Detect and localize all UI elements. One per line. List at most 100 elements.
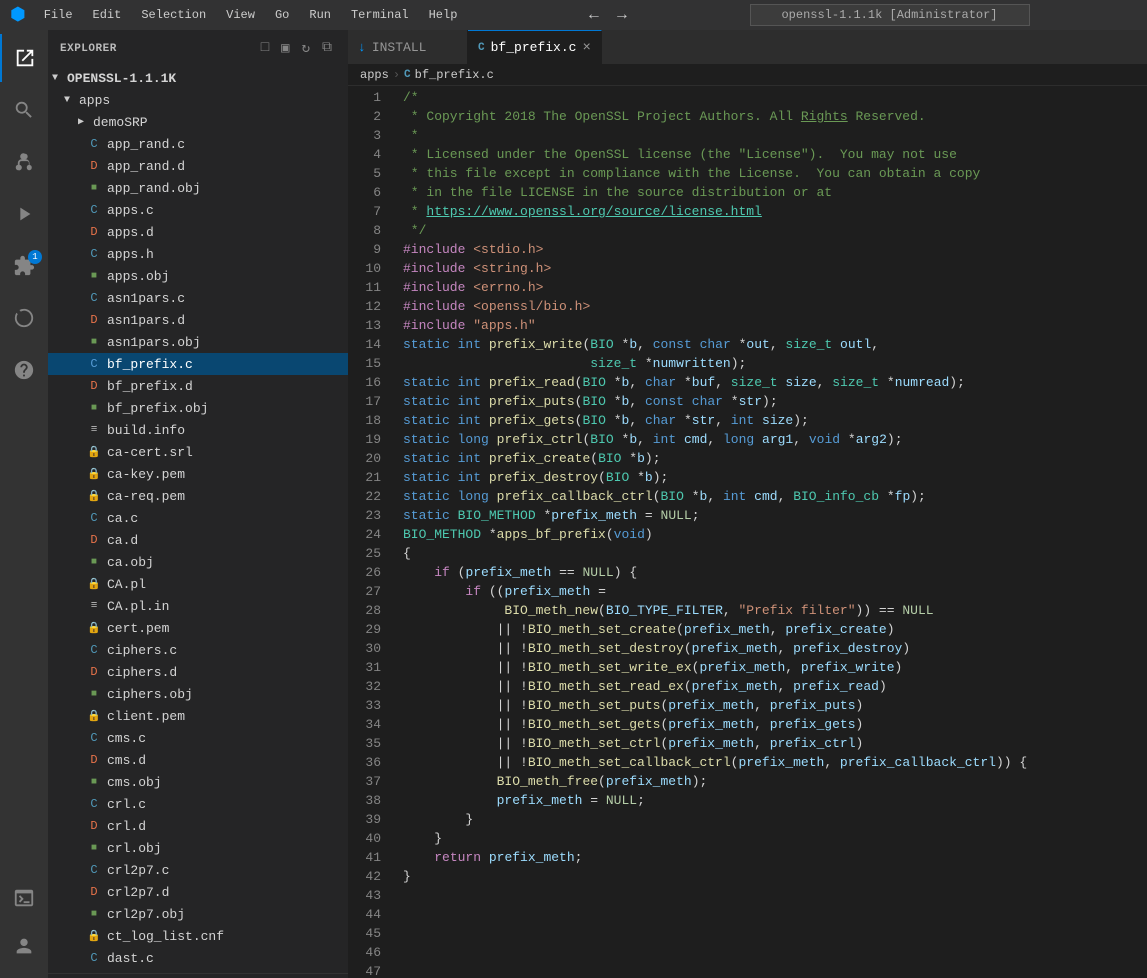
activity-search[interactable]	[0, 86, 48, 134]
file-crl-obj-label: crl.obj	[107, 841, 162, 856]
tree-folder-apps[interactable]: ▼ apps	[48, 89, 348, 111]
tree-file-ca-d[interactable]: D ca.d	[48, 529, 348, 551]
code-line-28: BIO_METHOD *apps_bf_prefix(void)	[393, 525, 1147, 544]
tree-file-ciphers-obj[interactable]: ■ ciphers.obj	[48, 683, 348, 705]
main-layout: 1 EXPLORER □ ▣ ↻ ⧉ ▼ OPENSS	[0, 30, 1147, 978]
code-line-12: #include <errno.h>	[393, 278, 1147, 297]
file-dast-c-label: dast.c	[107, 951, 154, 966]
menu-selection[interactable]: Selection	[133, 6, 214, 24]
outline-section-label: OUTLINE	[48, 973, 348, 978]
tree-file-apps-d[interactable]: D apps.d	[48, 221, 348, 243]
tree-file-cms-obj[interactable]: ■ cms.obj	[48, 771, 348, 793]
tree-file-ct-log-list-cnf[interactable]: 🔒 ct_log_list.cnf	[48, 925, 348, 947]
file-crl2p7-c-label: crl2p7.c	[107, 863, 169, 878]
tree-file-cert-pem[interactable]: 🔒 cert.pem	[48, 617, 348, 639]
nav-back-button[interactable]: ←	[582, 3, 606, 27]
tree-file-asn1pars-obj[interactable]: ■ asn1pars.obj	[48, 331, 348, 353]
tree-file-ca-key-pem[interactable]: 🔒 ca-key.pem	[48, 463, 348, 485]
tree-file-ca-pl-in[interactable]: ≡ CA.pl.in	[48, 595, 348, 617]
d-file-icon-ciphers: D	[86, 665, 102, 679]
menu-help[interactable]: Help	[421, 6, 466, 24]
code-content[interactable]: /* * Copyright 2018 The OpenSSL Project …	[393, 86, 1147, 978]
tree-file-crl-c[interactable]: C crl.c	[48, 793, 348, 815]
tree-file-crl2p7-d[interactable]: D crl2p7.d	[48, 881, 348, 903]
file-ca-key-pem-label: ca-key.pem	[107, 467, 185, 482]
tree-file-bf-prefix-d[interactable]: D bf_prefix.d	[48, 375, 348, 397]
file-ca-req-pem-label: ca-req.pem	[107, 489, 185, 504]
file-ca-pl-label: CA.pl	[107, 577, 146, 592]
menu-file[interactable]: File	[36, 6, 81, 24]
tree-file-ca-pl[interactable]: 🔒 CA.pl	[48, 573, 348, 595]
tree-file-bf-prefix-c[interactable]: C bf_prefix.c	[48, 353, 348, 375]
tree-folder-demoSRP[interactable]: ▶ demoSRP	[48, 111, 348, 133]
tree-file-ca-req-pem[interactable]: 🔒 ca-req.pem	[48, 485, 348, 507]
folder-apps-label: apps	[79, 93, 110, 108]
file-ca-c-label: ca.c	[107, 511, 138, 526]
tree-file-app-rand-obj[interactable]: ■ app_rand.obj	[48, 177, 348, 199]
menu-terminal[interactable]: Terminal	[343, 6, 417, 24]
breadcrumb-apps: apps	[360, 68, 389, 82]
nav-forward-button[interactable]: →	[610, 3, 634, 27]
activity-explorer[interactable]	[0, 34, 48, 82]
tab-install[interactable]: ↓ INSTALL	[348, 30, 468, 64]
collapse-button[interactable]: ⧉	[318, 38, 336, 59]
tree-root-folder[interactable]: ▼ OPENSSL-1.1.1K	[48, 67, 348, 89]
d-file-icon-apps: D	[86, 225, 102, 239]
tree-file-client-pem[interactable]: 🔒 client.pem	[48, 705, 348, 727]
file-ca-cert-srl-label: ca-cert.srl	[107, 445, 193, 460]
code-line-10: #include <stdio.h>	[393, 240, 1147, 259]
tab-bf-prefix-c[interactable]: C bf_prefix.c ×	[468, 30, 602, 64]
activity-extensions[interactable]: 1	[0, 242, 48, 290]
menu-edit[interactable]: Edit	[85, 6, 130, 24]
activity-git[interactable]	[0, 138, 48, 186]
tree-file-bf-prefix-obj[interactable]: ■ bf_prefix.obj	[48, 397, 348, 419]
breadcrumb-file: bf_prefix.c	[415, 68, 494, 82]
tree-file-crl-obj[interactable]: ■ crl.obj	[48, 837, 348, 859]
new-folder-button[interactable]: ▣	[277, 38, 293, 59]
tree-file-apps-c[interactable]: C apps.c	[48, 199, 348, 221]
obj-file-icon-cms: ■	[86, 777, 102, 788]
tree-file-build-info[interactable]: ≡ build.info	[48, 419, 348, 441]
activity-test[interactable]	[0, 294, 48, 342]
tree-file-crl-d[interactable]: D crl.d	[48, 815, 348, 837]
tab-close-button[interactable]: ×	[582, 40, 590, 56]
tree-file-cms-d[interactable]: D cms.d	[48, 749, 348, 771]
file-apps-obj-label: apps.obj	[107, 269, 169, 284]
activity-debug[interactable]	[0, 346, 48, 394]
menu-view[interactable]: View	[218, 6, 263, 24]
tree-file-app-rand-d[interactable]: D app_rand.d	[48, 155, 348, 177]
d-file-icon-crl: D	[86, 819, 102, 833]
new-file-button[interactable]: □	[257, 38, 273, 59]
sidebar: EXPLORER □ ▣ ↻ ⧉ ▼ OPENSSL-1.1.1K ▼ apps…	[48, 30, 348, 978]
tree-file-app-rand-c[interactable]: C app_rand.c	[48, 133, 348, 155]
tree-file-crl2p7-c[interactable]: C crl2p7.c	[48, 859, 348, 881]
activity-run[interactable]	[0, 190, 48, 238]
tree-file-crl2p7-obj[interactable]: ■ crl2p7.obj	[48, 903, 348, 925]
code-line-33: || !BIO_meth_set_create(prefix_meth, pre…	[393, 620, 1147, 639]
tree-file-ca-c[interactable]: C ca.c	[48, 507, 348, 529]
file-asn1pars-c-label: asn1pars.c	[107, 291, 185, 306]
tree-file-apps-h[interactable]: C apps.h	[48, 243, 348, 265]
code-line-1: /*	[393, 88, 1147, 107]
code-line-29: {	[393, 544, 1147, 563]
tree-file-ciphers-d[interactable]: D ciphers.d	[48, 661, 348, 683]
activity-account[interactable]	[0, 922, 48, 970]
activity-terminal[interactable]	[0, 874, 48, 922]
c-file-icon-ca: C	[86, 511, 102, 525]
file-client-pem-label: client.pem	[107, 709, 185, 724]
tree-file-asn1pars-c[interactable]: C asn1pars.c	[48, 287, 348, 309]
tree-file-apps-obj[interactable]: ■ apps.obj	[48, 265, 348, 287]
tree-file-ciphers-c[interactable]: C ciphers.c	[48, 639, 348, 661]
search-bar[interactable]: openssl-1.1.1k [Administrator]	[750, 4, 1030, 26]
tree-file-ca-obj[interactable]: ■ ca.obj	[48, 551, 348, 573]
tree-file-cms-c[interactable]: C cms.c	[48, 727, 348, 749]
menu-run[interactable]: Run	[301, 6, 339, 24]
code-line-14: #include "apps.h"	[393, 316, 1147, 335]
file-app-rand-obj-label: app_rand.obj	[107, 181, 201, 196]
tree-file-ca-cert-srl[interactable]: 🔒 ca-cert.srl	[48, 441, 348, 463]
menu-go[interactable]: Go	[267, 6, 297, 24]
tree-file-asn1pars-d[interactable]: D asn1pars.d	[48, 309, 348, 331]
tree-file-dast-c[interactable]: C dast.c	[48, 947, 348, 969]
refresh-button[interactable]: ↻	[298, 38, 314, 59]
editor-area: ↓ INSTALL C bf_prefix.c × apps › C bf_pr…	[348, 30, 1147, 978]
